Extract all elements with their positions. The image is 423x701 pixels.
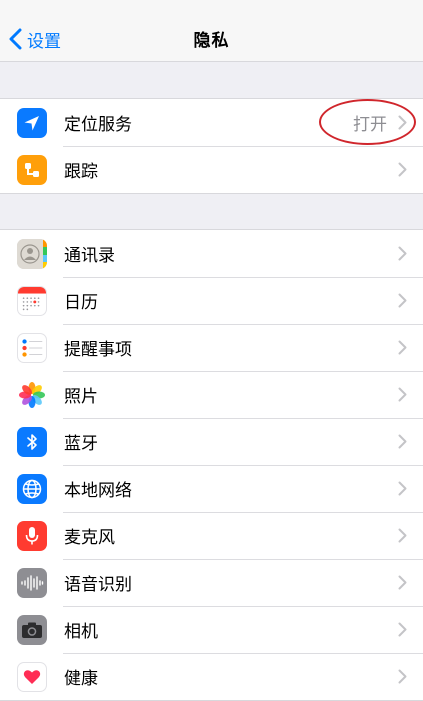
tracking-icon: [17, 155, 47, 185]
chevron-right-icon: [398, 162, 407, 177]
settings-row-calendar[interactable]: 日历: [0, 277, 423, 324]
app-permissions-section: 通讯录 日历 提醒事项 照片 蓝牙 本地网络 麦克风 语音识别 相机 健康: [0, 229, 423, 701]
row-label: 语音识别: [64, 575, 132, 595]
settings-row-contacts[interactable]: 通讯录: [0, 230, 423, 277]
settings-row-microphone[interactable]: 麦克风: [0, 512, 423, 559]
photos-icon: [17, 380, 47, 410]
chevron-right-icon: [398, 481, 407, 496]
settings-row-camera[interactable]: 相机: [0, 606, 423, 653]
chevron-right-icon: [398, 115, 407, 130]
globe-icon: [17, 474, 47, 504]
row-label: 健康: [64, 669, 98, 689]
row-label: 日历: [64, 293, 98, 313]
chevron-right-icon: [398, 575, 407, 590]
row-label: 照片: [64, 387, 98, 407]
heart-icon: [17, 662, 47, 692]
settings-row-location-services[interactable]: 定位服务 打开: [0, 99, 423, 146]
microphone-icon: [17, 521, 47, 551]
row-label: 跟踪: [64, 162, 98, 182]
chevron-right-icon: [398, 246, 407, 261]
row-label: 提醒事项: [64, 340, 132, 360]
row-label: 蓝牙: [64, 434, 98, 454]
chevron-right-icon: [398, 434, 407, 449]
chevron-right-icon: [398, 669, 407, 684]
contacts-icon: [17, 239, 47, 269]
page-title: 隐私: [193, 31, 230, 51]
location-tracking-section: 定位服务 打开 跟踪: [0, 98, 423, 194]
chevron-right-icon: [398, 340, 407, 355]
row-label: 定位服务: [64, 115, 132, 135]
settings-row-bluetooth[interactable]: 蓝牙: [0, 418, 423, 465]
location-arrow-icon: [17, 108, 47, 138]
location-services-status: 打开: [353, 115, 387, 135]
chevron-right-icon: [398, 293, 407, 308]
settings-row-speech-recognition[interactable]: 语音识别: [0, 559, 423, 606]
calendar-icon: [17, 286, 47, 316]
row-label: 麦克风: [64, 528, 115, 548]
settings-row-reminders[interactable]: 提醒事项: [0, 324, 423, 371]
navigation-bar: 设置 隐私: [0, 0, 423, 62]
chevron-right-icon: [398, 387, 407, 402]
settings-row-photos[interactable]: 照片: [0, 371, 423, 418]
settings-row-health[interactable]: 健康: [0, 653, 423, 700]
row-label: 通讯录: [64, 246, 115, 266]
row-label: 本地网络: [64, 481, 132, 501]
settings-row-tracking[interactable]: 跟踪: [0, 146, 423, 193]
row-label: 相机: [64, 622, 98, 642]
chevron-right-icon: [398, 622, 407, 637]
camera-icon: [17, 615, 47, 645]
waveform-icon: [17, 568, 47, 598]
bluetooth-icon: [17, 427, 47, 457]
settings-row-local-network[interactable]: 本地网络: [0, 465, 423, 512]
reminders-icon: [17, 333, 47, 363]
chevron-right-icon: [398, 528, 407, 543]
